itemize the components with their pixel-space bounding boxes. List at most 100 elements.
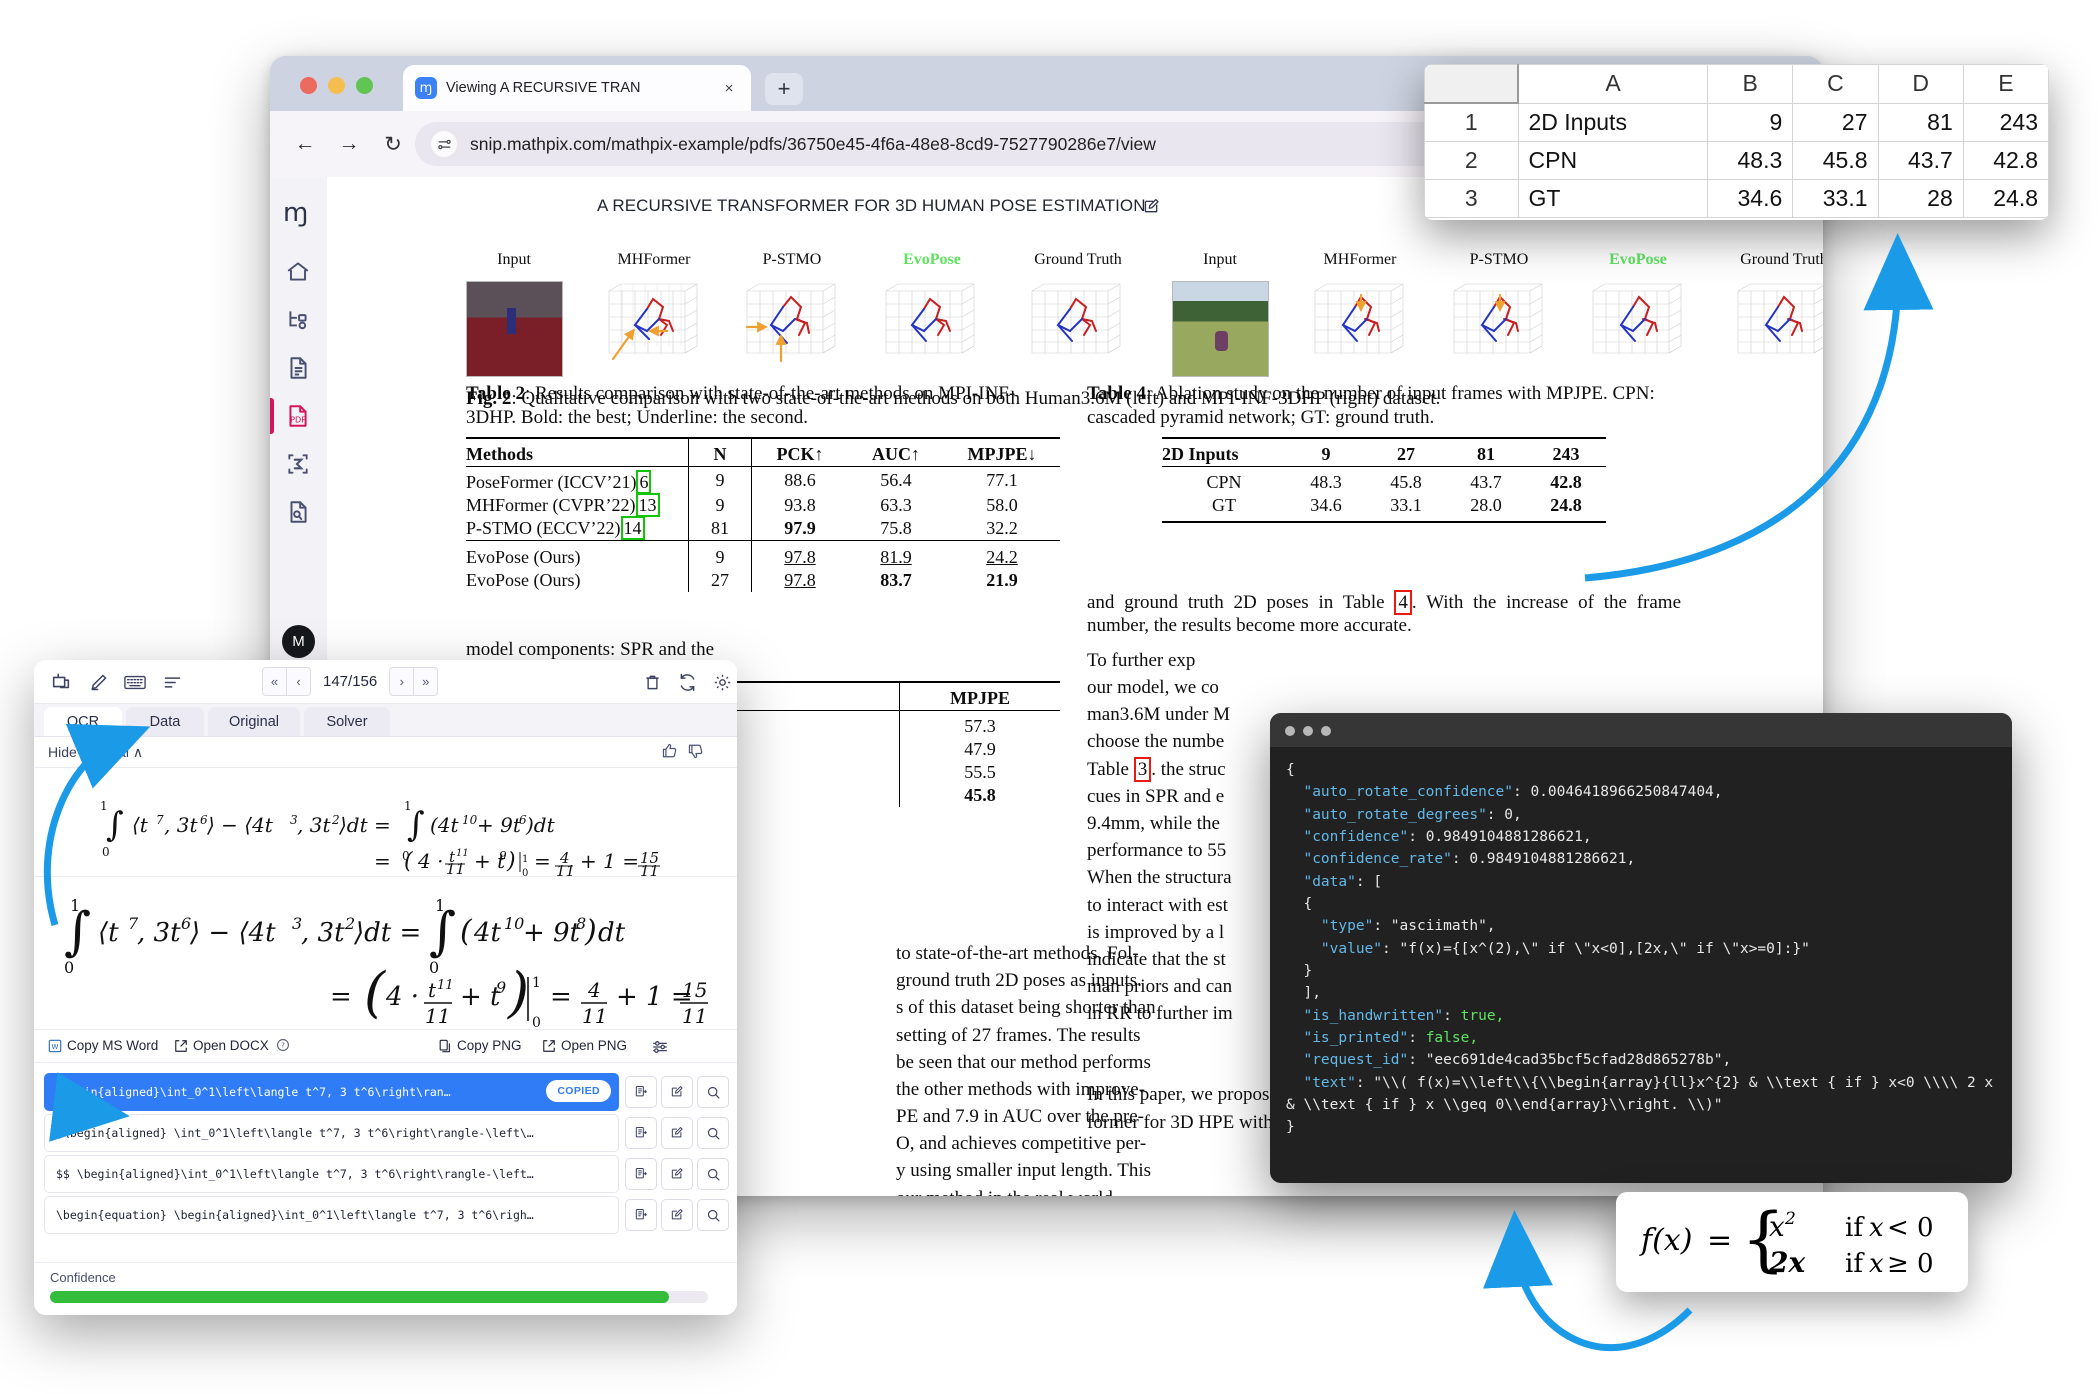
svg-text:⟨t: ⟨t <box>98 918 119 948</box>
trash-icon[interactable] <box>639 669 665 695</box>
new-tab-button[interactable]: + <box>765 73 803 105</box>
cell-b3[interactable]: 34.6 <box>1706 179 1794 218</box>
latex-row-0[interactable]: \begin{aligned}\int_0^1\left\langle t^7,… <box>44 1073 619 1111</box>
sliders-icon[interactable] <box>651 1038 669 1056</box>
table-ref[interactable]: 4 <box>1394 589 1412 615</box>
sidebar-item-search-file[interactable] <box>278 492 318 532</box>
spreadsheet-corner-cell[interactable] <box>1424 64 1519 104</box>
address-bar[interactable]: snip.mathpix.com/mathpix-example/pdfs/36… <box>415 122 1515 166</box>
column-header-b[interactable]: B <box>1706 64 1794 104</box>
sidebar-item-documents[interactable] <box>278 348 318 388</box>
latex-row-1[interactable]: $\begin{aligned} \int_0^1\left\langle t^… <box>44 1114 619 1152</box>
next-page-button[interactable]: › <box>389 666 415 696</box>
window-minimize-button[interactable] <box>1303 726 1313 736</box>
hide-original-toggle[interactable]: Hide Original ∧ <box>48 744 143 761</box>
table2-pck: 88.6 <box>751 466 848 494</box>
first-page-button[interactable]: « <box>262 666 287 696</box>
cell-b2[interactable]: 48.3 <box>1706 141 1794 180</box>
sidebar-item-workspace[interactable] <box>278 300 318 340</box>
copy-icon[interactable] <box>625 1199 657 1231</box>
back-icon[interactable]: ← <box>289 128 321 160</box>
cell-a3[interactable]: GT <box>1517 179 1708 218</box>
sidebar-item-snips[interactable] <box>278 444 318 484</box>
copy-icon[interactable] <box>625 1158 657 1190</box>
pen-icon[interactable] <box>85 669 111 695</box>
cell-e2[interactable]: 42.8 <box>1962 141 2049 180</box>
column-header-a[interactable]: A <box>1517 64 1708 104</box>
edit-icon[interactable] <box>661 1076 693 1108</box>
citation-ref[interactable]: 14 <box>620 515 645 540</box>
tab-solver[interactable]: Solver <box>304 707 390 736</box>
thumbs-down-icon[interactable] <box>687 742 705 765</box>
cell-a1[interactable]: 2D Inputs <box>1517 102 1708 142</box>
site-settings-icon[interactable] <box>431 131 457 157</box>
list-icon[interactable] <box>159 669 185 695</box>
citation-ref[interactable]: 6 <box>636 469 652 494</box>
gear-icon[interactable] <box>709 669 735 695</box>
sidebar-item-pdf[interactable]: PDF <box>270 396 318 436</box>
latex-row-2[interactable]: $$ \begin{aligned}\int_0^1\left\langle t… <box>44 1155 619 1193</box>
refresh-icon[interactable] <box>674 669 700 695</box>
table4-frames: 9 <box>1321 443 1331 464</box>
copy-ms-word-button[interactable]: W Copy MS Word <box>48 1038 158 1053</box>
row-header[interactable]: 2 <box>1424 141 1519 180</box>
table2-method: PoseFormer (ICCV’21) <box>466 471 637 492</box>
sidebar-item-home[interactable] <box>278 252 318 292</box>
cell-d3[interactable]: 28 <box>1877 179 1964 218</box>
search-icon[interactable] <box>697 1199 729 1231</box>
cell-a2[interactable]: CPN <box>1517 141 1708 180</box>
snip-capture-icon[interactable] <box>48 669 74 695</box>
window-maximize-button[interactable] <box>1321 726 1331 736</box>
keyboard-icon[interactable] <box>122 669 148 695</box>
cell-c1[interactable]: 27 <box>1792 102 1879 142</box>
latex-row-3[interactable]: \begin{equation} \begin{aligned}\int_0^1… <box>44 1196 619 1234</box>
edit-icon[interactable] <box>661 1158 693 1190</box>
window-maximize-button[interactable] <box>356 77 373 94</box>
copy-icon[interactable] <box>625 1117 657 1149</box>
figure-label: Input <box>1203 251 1237 268</box>
column-header-c[interactable]: C <box>1792 64 1879 104</box>
edit-icon[interactable] <box>661 1199 693 1231</box>
cell-e3[interactable]: 24.8 <box>1962 179 2049 218</box>
search-icon[interactable] <box>697 1076 729 1108</box>
column-header-e[interactable]: E <box>1962 64 2049 104</box>
help-icon[interactable]: ? <box>276 1038 290 1052</box>
thumbs-up-icon[interactable] <box>661 742 679 765</box>
forward-icon[interactable]: → <box>333 128 365 160</box>
avatar[interactable]: M <box>282 625 315 658</box>
window-close-button[interactable] <box>1285 726 1295 736</box>
table-ref[interactable]: 3 <box>1133 756 1152 782</box>
search-icon[interactable] <box>697 1117 729 1149</box>
copy-png-button[interactable]: Copy PNG <box>438 1038 522 1053</box>
row-header[interactable]: 3 <box>1424 179 1519 218</box>
cell-b1[interactable]: 9 <box>1706 102 1794 142</box>
spreadsheet-overlay[interactable]: A B C D E 1 2D Inputs 9 27 81 243 2 CPN … <box>1424 64 2049 220</box>
citation-ref[interactable]: 13 <box>635 492 660 517</box>
search-icon[interactable] <box>697 1158 729 1190</box>
edit-title-icon[interactable] <box>1142 197 1161 221</box>
figure-panel-labels: Input MHFormer P-STMO EvoPose Ground Tru… <box>466 251 1823 275</box>
tab-data[interactable]: Data <box>126 707 204 736</box>
table4-frames: 243 <box>1552 443 1580 464</box>
close-icon[interactable]: × <box>719 80 739 97</box>
tab-ocr[interactable]: OCR <box>44 707 122 736</box>
last-page-button[interactable]: » <box>414 666 439 696</box>
reload-icon[interactable]: ↻ <box>377 128 409 160</box>
tab-original[interactable]: Original <box>208 707 300 736</box>
open-docx-button[interactable]: Open DOCX <box>174 1038 269 1053</box>
open-png-button[interactable]: Open PNG <box>542 1038 627 1053</box>
cell-c3[interactable]: 33.1 <box>1792 179 1879 218</box>
cell-d2[interactable]: 43.7 <box>1877 141 1964 180</box>
copy-icon[interactable] <box>625 1076 657 1108</box>
window-minimize-button[interactable] <box>328 77 345 94</box>
browser-tab[interactable]: ɱ Viewing A RECURSIVE TRAN × <box>403 65 751 111</box>
edit-icon[interactable] <box>661 1117 693 1149</box>
column-header-d[interactable]: D <box>1877 64 1964 104</box>
cell-c2[interactable]: 45.8 <box>1792 141 1879 180</box>
prev-page-button[interactable]: ‹ <box>287 666 311 696</box>
cell-e1[interactable]: 243 <box>1962 102 2049 142</box>
cell-d1[interactable]: 81 <box>1877 102 1964 142</box>
skeleton-plot-pstmo-right <box>1453 283 1543 354</box>
window-close-button[interactable] <box>300 77 317 94</box>
row-header[interactable]: 1 <box>1424 102 1519 142</box>
